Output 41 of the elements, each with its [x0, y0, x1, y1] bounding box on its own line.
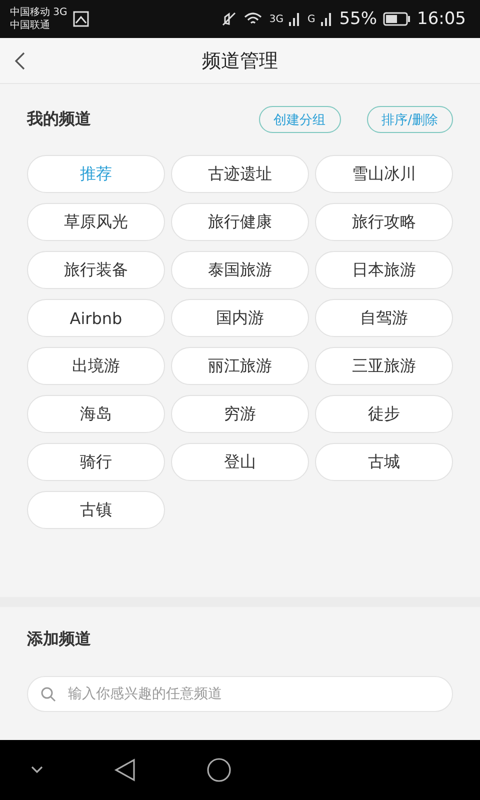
channel-chip[interactable]: 雪山冰川	[315, 155, 453, 193]
channel-chip[interactable]: 古城	[315, 443, 453, 481]
channel-chip[interactable]: 丽江旅游	[171, 347, 309, 385]
clock: 16:05	[417, 9, 466, 29]
channel-chip[interactable]: 草原风光	[27, 203, 165, 241]
chevron-down-icon[interactable]	[30, 765, 44, 775]
carrier-name: 中国联通	[10, 19, 51, 32]
channel-chip[interactable]: 古迹遗址	[171, 155, 309, 193]
mute-icon	[221, 11, 238, 27]
image-icon	[73, 11, 90, 27]
channel-chip[interactable]: 三亚旅游	[315, 347, 453, 385]
channel-chip[interactable]: 登山	[171, 443, 309, 481]
channel-chip[interactable]: 穷游	[171, 395, 309, 433]
battery-icon	[383, 12, 411, 26]
channel-chip[interactable]: 出境游	[27, 347, 165, 385]
signal-icon	[289, 12, 302, 26]
channel-chip[interactable]: 骑行	[27, 443, 165, 481]
signal-icon	[321, 12, 334, 26]
channel-chip[interactable]: 旅行健康	[171, 203, 309, 241]
channel-chip[interactable]: 徒步	[315, 395, 453, 433]
page-title: 频道管理	[202, 48, 278, 74]
channel-chip[interactable]: 旅行装备	[27, 251, 165, 289]
network-label: 3G	[269, 14, 284, 24]
back-icon[interactable]	[14, 52, 26, 70]
back-icon[interactable]	[114, 758, 136, 782]
channel-chip[interactable]: 海岛	[27, 395, 165, 433]
section-title: 我的频道	[27, 109, 91, 130]
channel-chip[interactable]: 古镇	[27, 491, 165, 529]
channel-chip[interactable]: 旅行攻略	[315, 203, 453, 241]
channel-chip[interactable]: Airbnb	[27, 299, 165, 337]
carrier-name: 中国移动 3G	[10, 6, 68, 19]
channel-chip[interactable]: 国内游	[171, 299, 309, 337]
section-title: 添加频道	[27, 629, 92, 650]
search-icon	[40, 686, 56, 702]
search-field[interactable]: 输入你感兴趣的任意频道	[27, 676, 453, 712]
channel-chip[interactable]: 自驾游	[315, 299, 453, 337]
channel-chip[interactable]: 泰国旅游	[171, 251, 309, 289]
network-label: G	[307, 14, 316, 24]
channel-chip[interactable]: 日本旅游	[315, 251, 453, 289]
home-icon[interactable]	[206, 757, 232, 783]
battery-percent: 55%	[339, 9, 377, 29]
